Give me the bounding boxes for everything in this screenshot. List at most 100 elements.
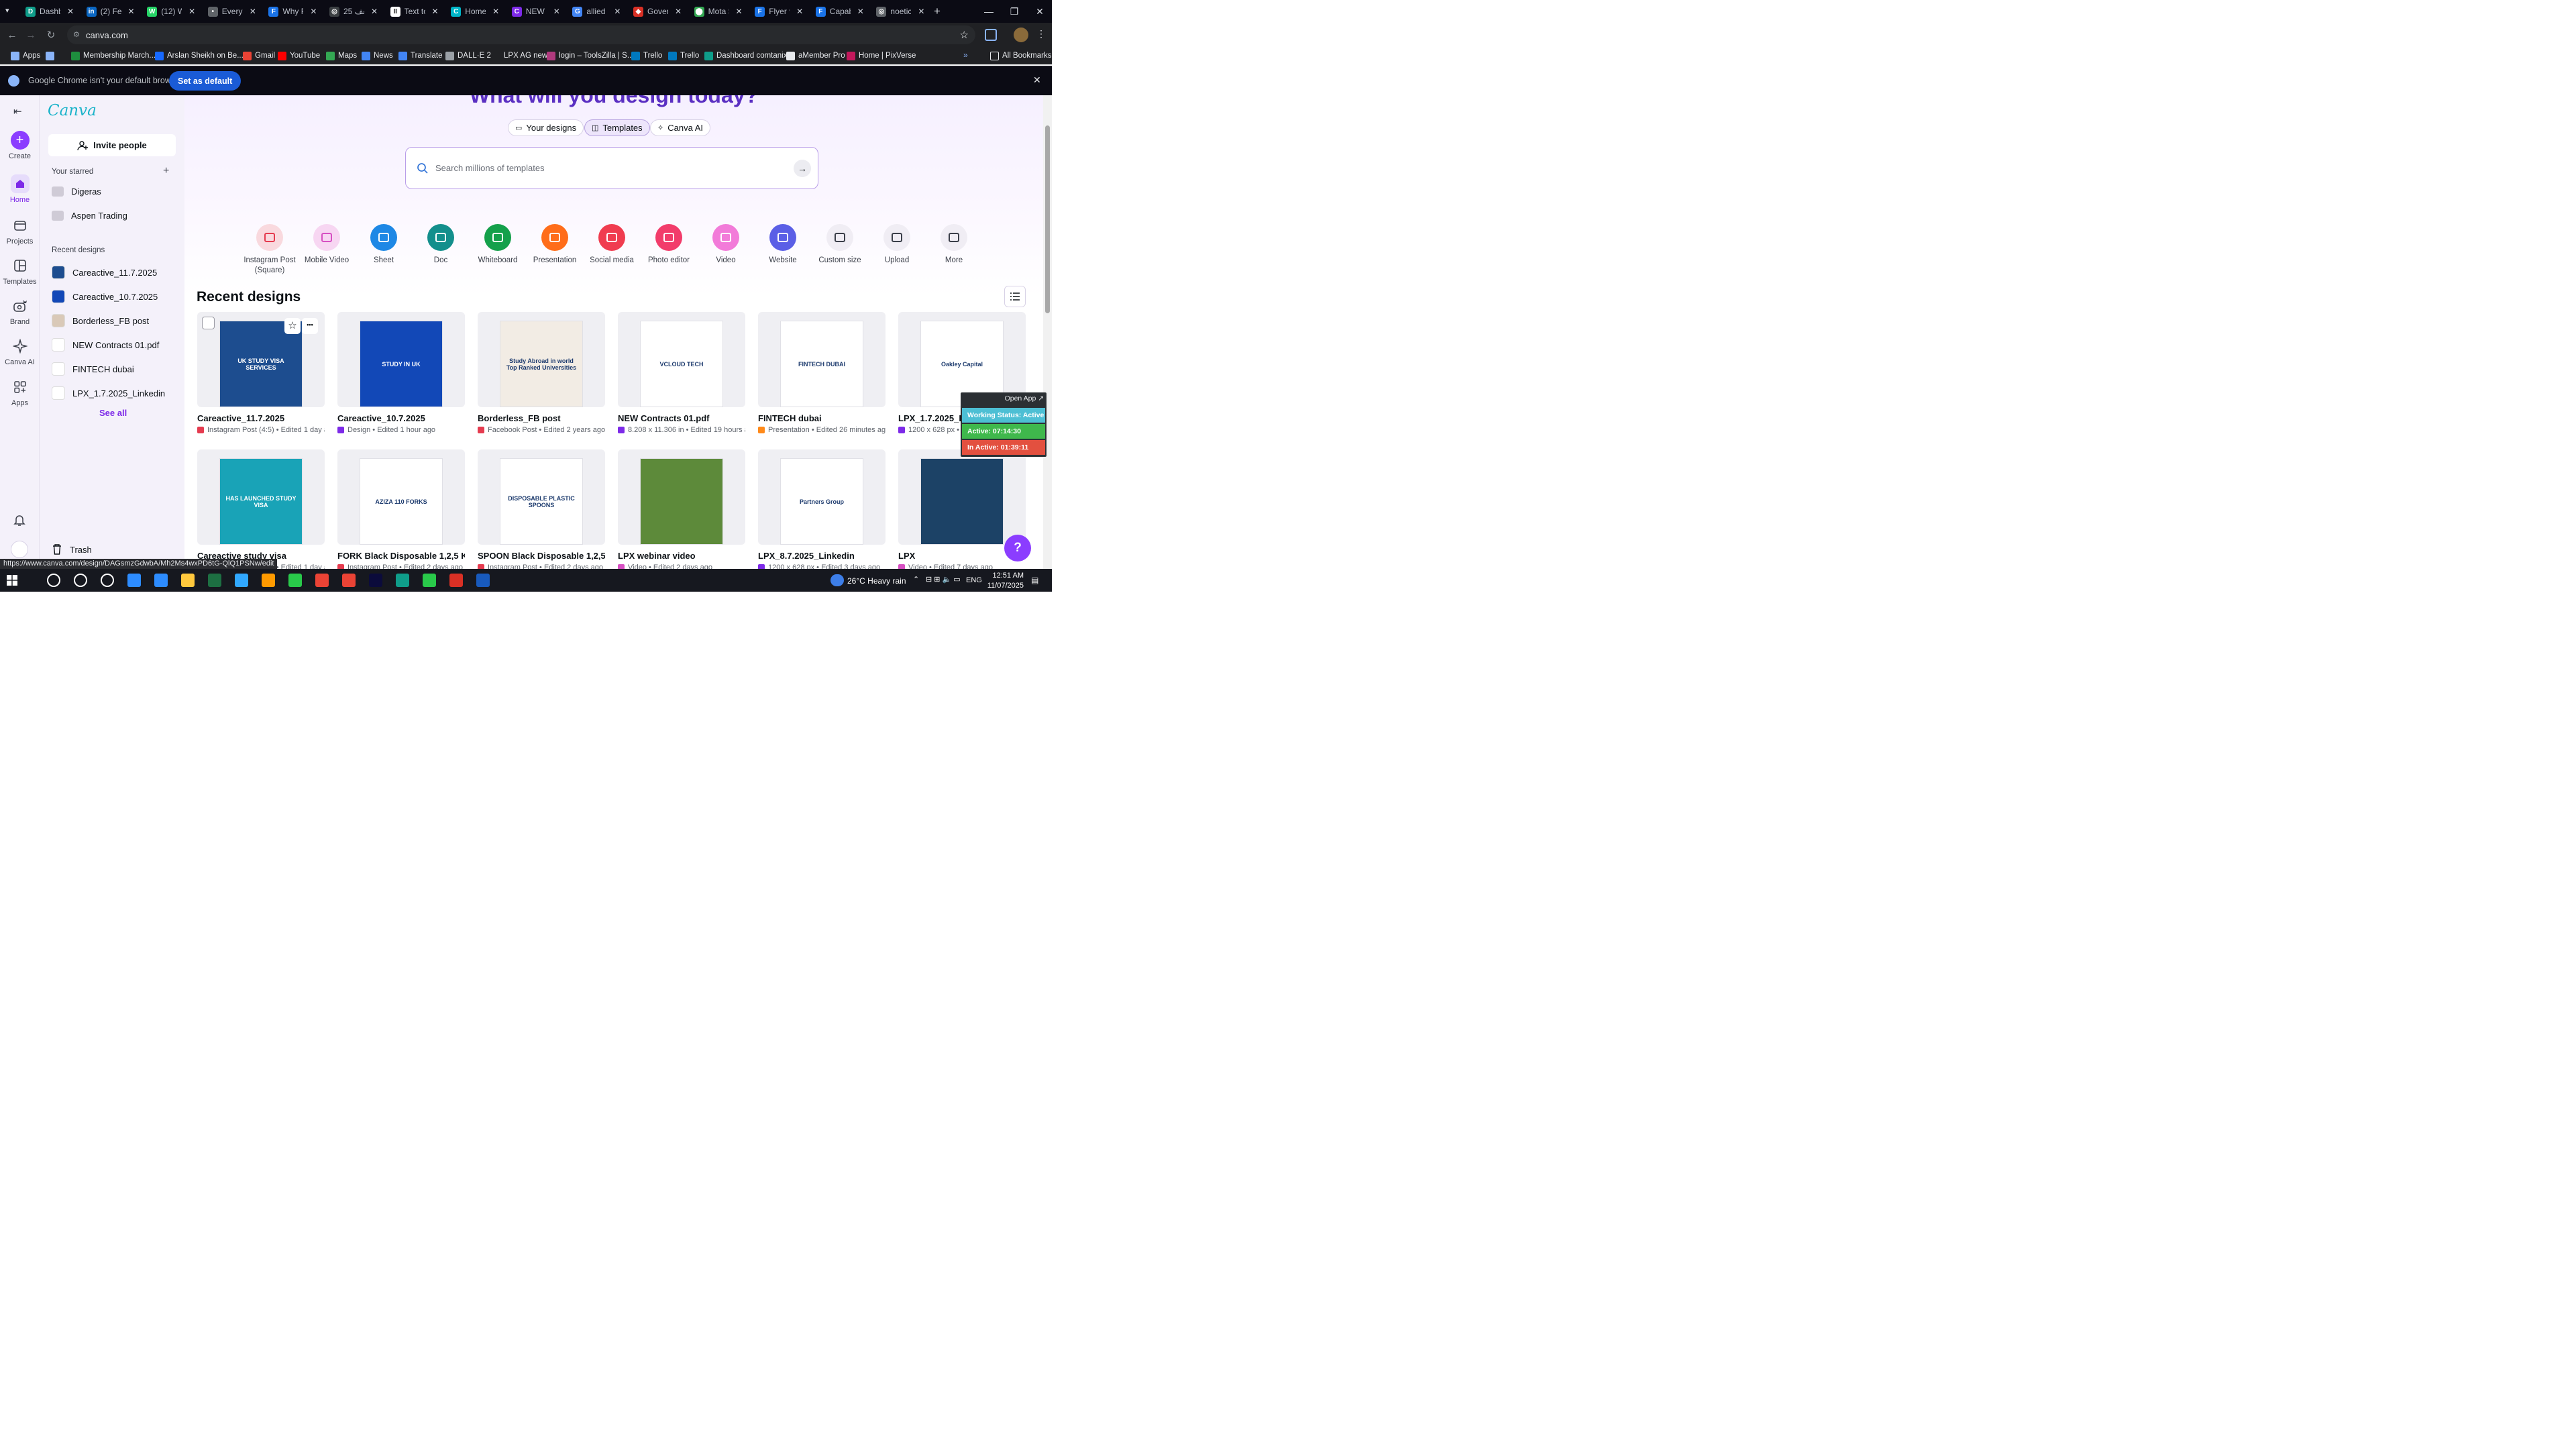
design-thumbnail[interactable]: Partners Group — [758, 449, 885, 545]
category-doc[interactable]: Doc — [413, 224, 469, 266]
tab-close-icon[interactable]: ✕ — [857, 7, 864, 16]
language-indicator[interactable]: ENG — [966, 576, 982, 584]
bookmark-item[interactable]: Membership March... — [71, 50, 156, 62]
design-card[interactable]: DISPOSABLE PLASTIC SPOONS SPOON Black Dis… — [478, 449, 605, 569]
design-card[interactable]: LPX webinar video Video • Edited 2 days a… — [618, 449, 745, 569]
bookmark-item[interactable]: Dashboard comtanix — [704, 50, 787, 62]
clock-date[interactable]: 11/07/2025 — [982, 582, 1024, 590]
design-title[interactable]: LPX webinar video — [618, 551, 745, 561]
taskbar-app-icon[interactable] — [262, 574, 275, 587]
design-thumbnail[interactable]: DISPOSABLE PLASTIC SPOONS — [478, 449, 605, 545]
rail-brand[interactable]: Brand — [0, 297, 40, 326]
list-view-toggle[interactable] — [1004, 286, 1026, 307]
rail-templates[interactable]: Templates — [0, 256, 40, 286]
address-bar[interactable]: ⚙ canva.com ☆ — [67, 25, 975, 44]
tab-close-icon[interactable]: ✕ — [67, 7, 74, 16]
design-card[interactable]: VCLOUD TECH NEW Contracts 01.pdf 8.208 x 1… — [618, 312, 745, 434]
starred-folder-item[interactable]: Aspen Trading — [52, 211, 127, 221]
browser-tab[interactable]: II Text to ✕ — [385, 3, 444, 19]
rail-apps[interactable]: Apps — [0, 378, 40, 407]
bookmark-item[interactable]: login – ToolsZilla | S... — [547, 50, 633, 62]
recent-design-item[interactable]: Borderless_FB post — [52, 314, 149, 327]
taskbar-app-icon[interactable] — [315, 574, 329, 587]
recent-design-item[interactable]: NEW Contracts 01.pdf — [52, 338, 159, 352]
bookmark-item[interactable]: YouTube — [278, 50, 320, 62]
browser-tab[interactable]: in(2) Fee ✕ — [81, 3, 140, 19]
tab-close-icon[interactable]: ✕ — [250, 7, 256, 16]
scrollbar-thumb[interactable] — [1045, 125, 1050, 313]
design-title[interactable]: FINTECH dubai — [758, 413, 885, 423]
rail-create[interactable]: + Create — [0, 131, 40, 160]
taskbar-app-icon[interactable] — [396, 574, 409, 587]
all-bookmarks[interactable]: All Bookmarks — [990, 50, 1052, 62]
bookmark-item[interactable] — [46, 50, 58, 62]
taskbar-app-icon[interactable] — [423, 574, 436, 587]
tray-chevron-icon[interactable]: ⌃ — [913, 575, 919, 584]
browser-tab[interactable]: C Home ✕ — [445, 3, 504, 19]
template-search-box[interactable]: Search millions of templates → — [405, 147, 818, 189]
browser-tab[interactable]: FCapabi ✕ — [810, 3, 869, 19]
design-card[interactable]: Study Abroad in world Top Ranked Univers… — [478, 312, 605, 434]
bookmark-item[interactable]: Home | PixVerse — [847, 50, 916, 62]
tab-close-icon[interactable]: ✕ — [189, 7, 195, 16]
design-thumbnail[interactable]: VCLOUD TECH — [618, 312, 745, 407]
new-tab-button[interactable]: + — [934, 5, 941, 18]
tab-close-icon[interactable]: ✕ — [492, 7, 499, 16]
browser-tab[interactable]: •Every A ✕ — [203, 3, 262, 19]
recent-design-item[interactable]: LPX_1.7.2025_Linkedin — [52, 386, 165, 400]
design-thumbnail[interactable]: HAS LAUNCHED STUDY VISA — [197, 449, 325, 545]
design-title[interactable]: Careactive_10.7.2025 — [337, 413, 465, 423]
category-sheet[interactable]: Sheet — [356, 224, 412, 266]
recent-design-item[interactable]: Careactive_10.7.2025 — [52, 290, 158, 303]
browser-tab[interactable]: F Flyer vi ✕ — [749, 3, 808, 19]
taskbar-app-icon[interactable] — [449, 574, 463, 587]
rail-projects[interactable]: Projects — [0, 216, 40, 246]
tab-close-icon[interactable]: ✕ — [128, 7, 135, 16]
notification-center-icon[interactable]: ▤ — [1031, 576, 1038, 585]
taskbar-app-icon[interactable] — [235, 574, 248, 587]
tab-close-icon[interactable]: ✕ — [736, 7, 743, 16]
bookmark-item[interactable]: Trello — [668, 50, 699, 62]
design-title[interactable]: SPOON Black Disposable 1,2,5 ... — [478, 551, 605, 561]
select-checkbox[interactable] — [202, 317, 215, 329]
design-card[interactable]: STUDY IN UK Careactive_10.7.2025 Design • … — [337, 312, 465, 434]
taskbar-app-icon[interactable] — [369, 574, 382, 587]
tab-your-designs[interactable]: ▭ Your designs — [508, 119, 584, 136]
design-title[interactable]: LPX_8.7.2025_Linkedin — [758, 551, 885, 561]
tray-icons[interactable]: ⊟ ⊞ 🔈 ▭ — [926, 575, 961, 584]
bookmark-item[interactable]: aMember Pro — [786, 50, 845, 62]
taskbar-app-icon[interactable] — [476, 574, 490, 587]
canva-logo[interactable]: Canva — [48, 102, 97, 119]
tab-templates[interactable]: ◫ Templates — [584, 119, 650, 136]
tab-close-icon[interactable]: ✕ — [675, 7, 682, 16]
taskbar-app-icon[interactable] — [208, 574, 221, 587]
reload-icon[interactable]: ↻ — [44, 28, 58, 42]
browser-tab[interactable]: Gallied s ✕ — [567, 3, 626, 19]
browser-tab[interactable]: FWhy Pr ✕ — [263, 3, 322, 19]
notifications-bell-icon[interactable] — [13, 513, 26, 527]
minimize-icon[interactable]: — — [977, 0, 1001, 23]
category-whiteboard[interactable]: Whiteboard — [470, 224, 526, 266]
bookmark-item[interactable]: Arslan Sheikh on Be... — [155, 50, 244, 62]
tab-close-icon[interactable]: ✕ — [796, 7, 803, 16]
windows-start-icon[interactable] — [7, 575, 17, 586]
profile-avatar[interactable] — [1014, 28, 1028, 42]
tab-close-icon[interactable]: ✕ — [614, 7, 621, 16]
design-thumbnail[interactable]: STUDY IN UK — [337, 312, 465, 407]
category-photo-editor[interactable]: Photo editor — [641, 224, 697, 266]
page-scrollbar[interactable] — [1043, 95, 1052, 569]
design-card[interactable]: AZIZA 110 FORKS FORK Black Disposable 1,2… — [337, 449, 465, 569]
taskbar-app-icon[interactable] — [47, 574, 60, 587]
help-button[interactable]: ? — [1004, 535, 1031, 561]
design-thumbnail[interactable] — [618, 449, 745, 545]
design-thumbnail[interactable]: UK STUDY VISA SERVICES ☆ ••• — [197, 312, 325, 407]
category-upload[interactable]: Upload — [869, 224, 925, 266]
design-thumbnail[interactable] — [898, 449, 1026, 545]
taskbar-app-icon[interactable] — [74, 574, 87, 587]
bookmark-item[interactable]: Gmail — [243, 50, 275, 62]
forward-icon[interactable]: → — [24, 28, 38, 42]
design-thumbnail[interactable]: AZIZA 110 FORKS — [337, 449, 465, 545]
design-thumbnail[interactable]: FINTECH DUBAI — [758, 312, 885, 407]
extensions-icon[interactable] — [985, 29, 997, 41]
taskbar-app-icon[interactable] — [342, 574, 356, 587]
